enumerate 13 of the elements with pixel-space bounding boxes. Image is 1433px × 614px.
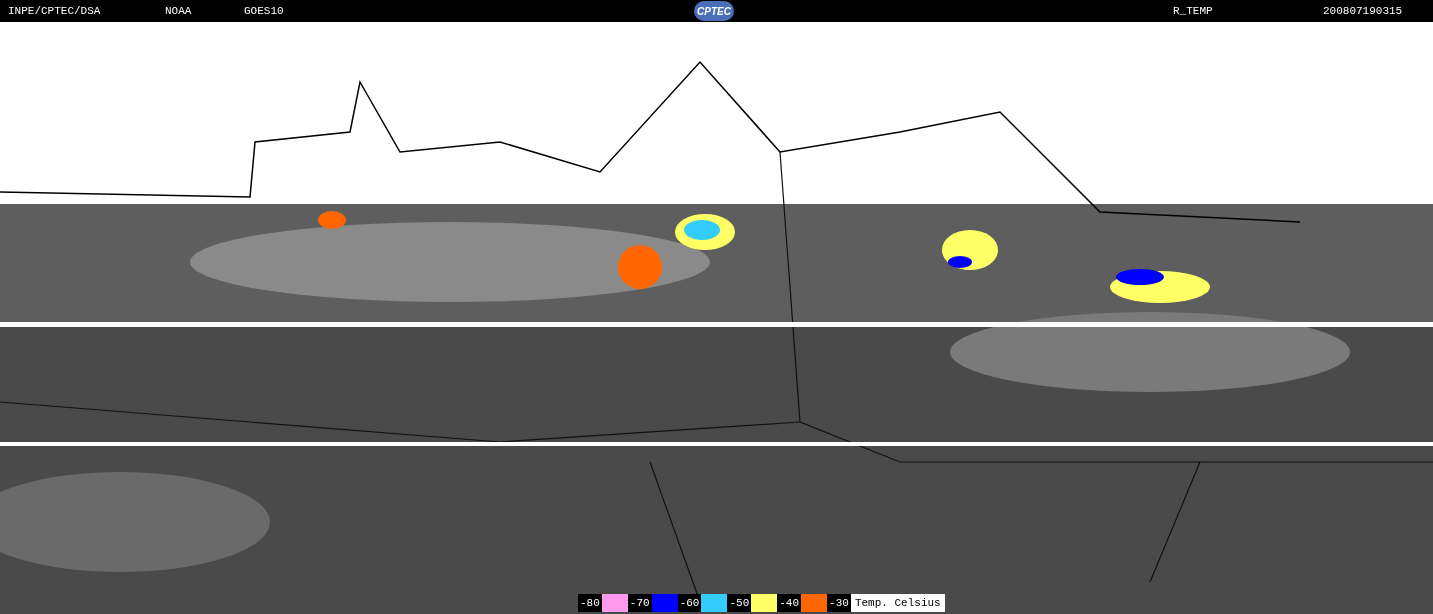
legend-tick: -60 xyxy=(677,594,702,612)
legend-tick: -70 xyxy=(627,594,652,612)
legend-tick: -40 xyxy=(777,594,802,612)
legend-tick: -50 xyxy=(727,594,752,612)
logo: CPTEC xyxy=(694,1,734,21)
product-label: R_TEMP xyxy=(1173,3,1214,19)
satellite-label: GOES10 xyxy=(244,3,285,19)
legend-tick: -80 xyxy=(578,594,602,612)
legend-unit: Temp. Celsius xyxy=(850,594,945,612)
legend-tick: -30 xyxy=(827,594,851,612)
source-label: INPE/CPTEC/DSA xyxy=(8,3,102,19)
agency-label: NOAA xyxy=(165,3,193,19)
timestamp-label: 200807190315 xyxy=(1323,3,1404,19)
